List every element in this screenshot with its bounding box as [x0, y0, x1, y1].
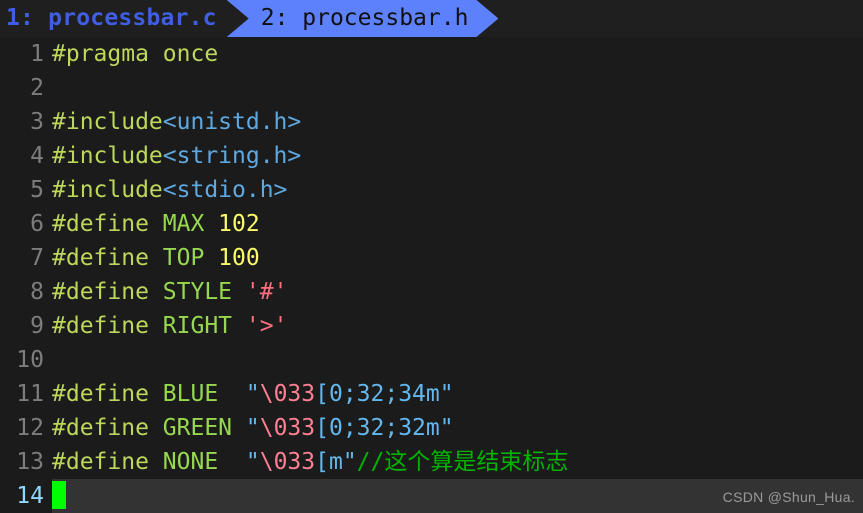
- line-content: #define MAX 102: [52, 207, 260, 241]
- token: <unistd.h>: [163, 109, 301, 135]
- line-content: [52, 479, 66, 513]
- code-line[interactable]: 4#include<string.h>: [0, 139, 863, 173]
- text-cursor: [52, 481, 66, 509]
- line-number: 7: [0, 241, 52, 275]
- line-content: #define RIGHT '>': [52, 309, 287, 343]
- line-content: #define GREEN "\033[0;32;32m": [52, 411, 454, 445]
- token: ": [246, 449, 260, 475]
- line-number: 13: [0, 445, 52, 479]
- line-number: 11: [0, 377, 52, 411]
- token: #define: [52, 313, 163, 339]
- token: #include: [52, 109, 163, 135]
- token: STYLE: [163, 279, 246, 305]
- line-content: #define BLUE "\033[0;32;34m": [52, 377, 454, 411]
- line-content: #pragma once: [52, 37, 218, 71]
- token: \033: [260, 381, 315, 407]
- line-number: 12: [0, 411, 52, 445]
- token: '>': [246, 313, 288, 339]
- code-line[interactable]: 9#define RIGHT '>': [0, 309, 863, 343]
- code-line[interactable]: 11#define BLUE "\033[0;32;34m": [0, 377, 863, 411]
- line-content: #include<string.h>: [52, 139, 301, 173]
- code-line[interactable]: 7#define TOP 100: [0, 241, 863, 275]
- token: #pragma once: [52, 41, 218, 67]
- line-number: 6: [0, 207, 52, 241]
- token: 102: [218, 211, 260, 237]
- token: <stdio.h>: [163, 177, 288, 203]
- tab-1-active[interactable]: 2: processbar.h: [227, 0, 499, 37]
- code-line[interactable]: 2: [0, 71, 863, 105]
- tab-0-inactive[interactable]: 1: processbar.c: [0, 0, 227, 37]
- code-line[interactable]: 10: [0, 343, 863, 377]
- line-number: 4: [0, 139, 52, 173]
- code-line[interactable]: 5#include<stdio.h>: [0, 173, 863, 207]
- code-line[interactable]: 13#define NONE "\033[m"//这个算是结束标志: [0, 445, 863, 479]
- token: NONE: [163, 449, 246, 475]
- line-content: #include<stdio.h>: [52, 173, 287, 207]
- line-number: 5: [0, 173, 52, 207]
- code-line[interactable]: 12#define GREEN "\033[0;32;32m": [0, 411, 863, 445]
- line-number: 3: [0, 105, 52, 139]
- token: #include: [52, 143, 163, 169]
- token: GREEN: [163, 415, 246, 441]
- code-editor-area[interactable]: 1#pragma once23#include<unistd.h>4#inclu…: [0, 37, 863, 511]
- token: ": [246, 415, 260, 441]
- line-content: #define TOP 100: [52, 241, 260, 275]
- tab-label: 2: processbar.h: [227, 0, 499, 37]
- token: #define: [52, 449, 163, 475]
- token: '#': [246, 279, 288, 305]
- code-line[interactable]: 8#define STYLE '#': [0, 275, 863, 309]
- token: #define: [52, 381, 163, 407]
- token: #define: [52, 245, 163, 271]
- token: [m": [315, 449, 357, 475]
- token: #define: [52, 279, 163, 305]
- token: 100: [218, 245, 260, 271]
- token: MAX: [163, 211, 218, 237]
- line-number: 9: [0, 309, 52, 343]
- token: <string.h>: [163, 143, 301, 169]
- line-content: #define STYLE '#': [52, 275, 287, 309]
- code-line[interactable]: 1#pragma once: [0, 37, 863, 71]
- token: \033: [260, 415, 315, 441]
- token: [0;32;34m": [315, 381, 453, 407]
- code-line[interactable]: 3#include<unistd.h>: [0, 105, 863, 139]
- token: ": [246, 381, 260, 407]
- token: TOP: [163, 245, 218, 271]
- line-number: 10: [0, 343, 52, 377]
- token: #define: [52, 211, 163, 237]
- line-number: 14: [0, 479, 52, 513]
- line-number: 2: [0, 71, 52, 105]
- token: [0;32;32m": [315, 415, 453, 441]
- token: #include: [52, 177, 163, 203]
- line-number: 1: [0, 37, 52, 71]
- code-line[interactable]: 6#define MAX 102: [0, 207, 863, 241]
- tab-bar: 1: processbar.c2: processbar.h: [0, 0, 863, 37]
- token: #define: [52, 415, 163, 441]
- token: //这个算是结束标志: [357, 449, 569, 475]
- csdn-watermark: CSDN @Shun_Hua.: [723, 489, 855, 505]
- line-content: #define NONE "\033[m"//这个算是结束标志: [52, 445, 568, 479]
- token: BLUE: [163, 381, 246, 407]
- line-number: 8: [0, 275, 52, 309]
- token: RIGHT: [163, 313, 246, 339]
- line-content: #include<unistd.h>: [52, 105, 301, 139]
- token: \033: [260, 449, 315, 475]
